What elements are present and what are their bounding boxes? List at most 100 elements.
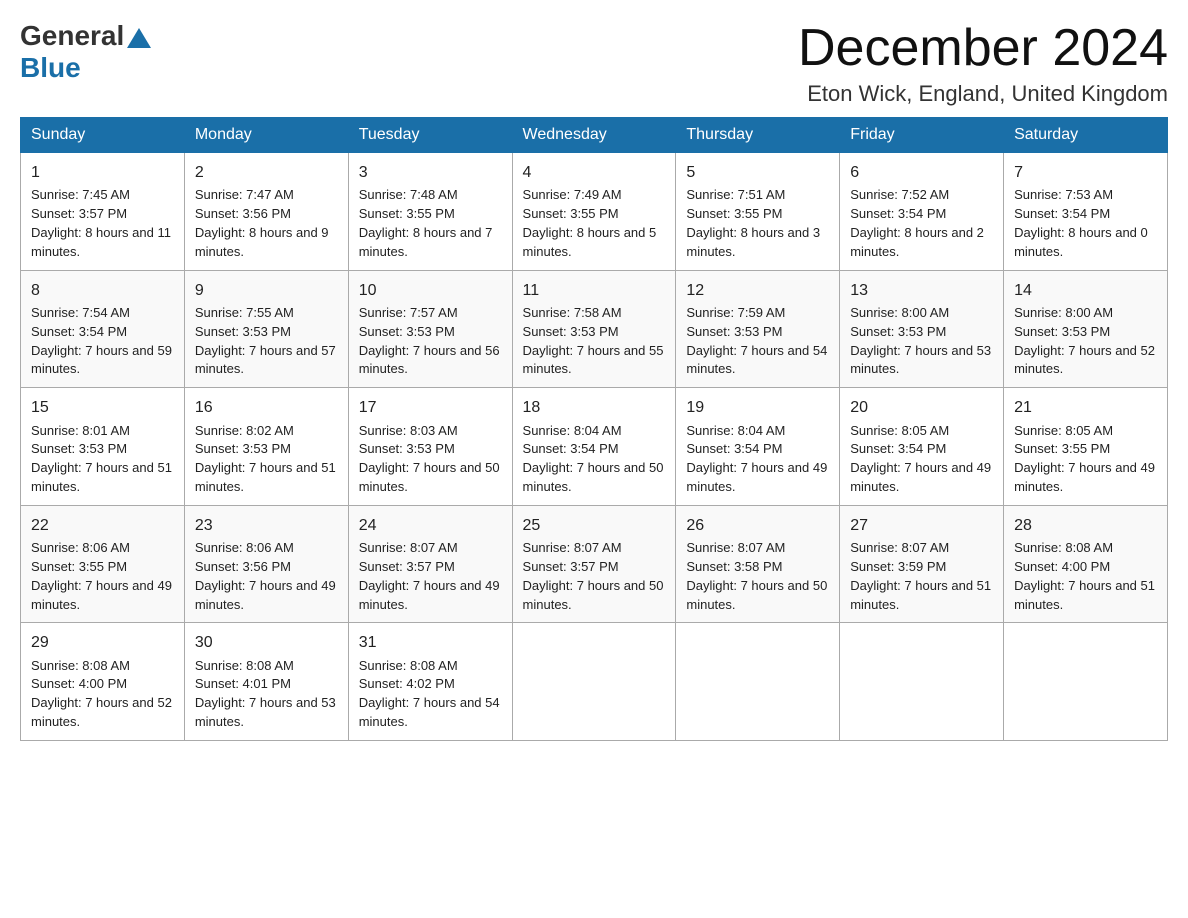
calendar-cell: 21 Sunrise: 8:05 AMSunset: 3:55 PMDayligh… — [1004, 388, 1168, 506]
day-info: Sunrise: 8:03 AMSunset: 3:53 PMDaylight:… — [359, 423, 500, 495]
day-number: 5 — [686, 161, 829, 184]
calendar-cell: 19Sunrise: 8:04 AMSunset: 3:54 PMDayligh… — [676, 388, 840, 506]
calendar-cell: 13 Sunrise: 8:00 AMSunset: 3:53 PMDayligh… — [840, 270, 1004, 388]
day-number: 9 — [195, 279, 338, 302]
logo: General Blue — [20, 20, 154, 84]
day-info: Sunrise: 8:07 AMSunset: 3:57 PMDaylight:… — [359, 540, 500, 612]
day-info: Sunrise: 8:05 AMSunset: 3:55 PMDaylight:… — [1014, 423, 1155, 495]
day-number: 30 — [195, 631, 338, 654]
day-info: Sunrise: 7:52 AMSunset: 3:54 PMDaylight:… — [850, 187, 984, 259]
calendar-cell: 15 Sunrise: 8:01 AMSunset: 3:53 PMDayligh… — [21, 388, 185, 506]
day-info: Sunrise: 8:05 AMSunset: 3:54 PMDaylight:… — [850, 423, 991, 495]
day-number: 23 — [195, 514, 338, 537]
day-number: 31 — [359, 631, 502, 654]
day-info: Sunrise: 7:47 AMSunset: 3:56 PMDaylight:… — [195, 187, 329, 259]
logo-triangle-icon — [127, 28, 151, 48]
day-number: 15 — [31, 396, 174, 419]
calendar-cell: 16 Sunrise: 8:02 AMSunset: 3:53 PMDayligh… — [184, 388, 348, 506]
calendar-cell: 12Sunrise: 7:59 AMSunset: 3:53 PMDayligh… — [676, 270, 840, 388]
day-info: Sunrise: 8:04 AMSunset: 3:54 PMDaylight:… — [523, 423, 664, 495]
calendar-cell — [1004, 623, 1168, 741]
title-section: December 2024 Eton Wick, England, United… — [798, 20, 1168, 107]
day-number: 22 — [31, 514, 174, 537]
day-number: 20 — [850, 396, 993, 419]
day-info: Sunrise: 7:49 AMSunset: 3:55 PMDaylight:… — [523, 187, 657, 259]
day-number: 16 — [195, 396, 338, 419]
calendar-week-5: 29 Sunrise: 8:08 AMSunset: 4:00 PMDayligh… — [21, 623, 1168, 741]
day-info: Sunrise: 8:08 AMSunset: 4:00 PMDaylight:… — [1014, 540, 1155, 612]
day-info: Sunrise: 7:53 AMSunset: 3:54 PMDaylight:… — [1014, 187, 1148, 259]
day-info: Sunrise: 8:06 AMSunset: 3:55 PMDaylight:… — [31, 540, 172, 612]
calendar-cell: 25Sunrise: 8:07 AMSunset: 3:57 PMDayligh… — [512, 505, 676, 623]
day-info: Sunrise: 8:07 AMSunset: 3:57 PMDaylight:… — [523, 540, 664, 612]
calendar-cell: 11 Sunrise: 7:58 AMSunset: 3:53 PMDayligh… — [512, 270, 676, 388]
calendar-cell: 28 Sunrise: 8:08 AMSunset: 4:00 PMDayligh… — [1004, 505, 1168, 623]
calendar-cell: 3 Sunrise: 7:48 AMSunset: 3:55 PMDaylight… — [348, 153, 512, 271]
day-number: 19 — [686, 396, 829, 419]
month-title: December 2024 — [798, 20, 1168, 77]
calendar-cell: 5 Sunrise: 7:51 AMSunset: 3:55 PMDaylight… — [676, 153, 840, 271]
day-info: Sunrise: 8:08 AMSunset: 4:01 PMDaylight:… — [195, 658, 336, 730]
calendar-cell: 29 Sunrise: 8:08 AMSunset: 4:00 PMDayligh… — [21, 623, 185, 741]
calendar-week-3: 15 Sunrise: 8:01 AMSunset: 3:53 PMDayligh… — [21, 388, 1168, 506]
calendar-cell: 8 Sunrise: 7:54 AMSunset: 3:54 PMDaylight… — [21, 270, 185, 388]
calendar-cell: 14 Sunrise: 8:00 AMSunset: 3:53 PMDayligh… — [1004, 270, 1168, 388]
day-number: 3 — [359, 161, 502, 184]
day-info: Sunrise: 8:06 AMSunset: 3:56 PMDaylight:… — [195, 540, 336, 612]
day-info: Sunrise: 8:00 AMSunset: 3:53 PMDaylight:… — [1014, 305, 1155, 377]
day-info: Sunrise: 7:57 AMSunset: 3:53 PMDaylight:… — [359, 305, 500, 377]
day-number: 2 — [195, 161, 338, 184]
day-info: Sunrise: 8:08 AMSunset: 4:00 PMDaylight:… — [31, 658, 172, 730]
calendar-week-2: 8 Sunrise: 7:54 AMSunset: 3:54 PMDaylight… — [21, 270, 1168, 388]
calendar-cell: 23 Sunrise: 8:06 AMSunset: 3:56 PMDayligh… — [184, 505, 348, 623]
day-number: 27 — [850, 514, 993, 537]
calendar-week-1: 1 Sunrise: 7:45 AMSunset: 3:57 PMDaylight… — [21, 153, 1168, 271]
day-info: Sunrise: 7:48 AMSunset: 3:55 PMDaylight:… — [359, 187, 493, 259]
col-saturday: Saturday — [1004, 118, 1168, 153]
day-info: Sunrise: 7:51 AMSunset: 3:55 PMDaylight:… — [686, 187, 820, 259]
day-info: Sunrise: 8:00 AMSunset: 3:53 PMDaylight:… — [850, 305, 991, 377]
day-info: Sunrise: 8:02 AMSunset: 3:53 PMDaylight:… — [195, 423, 336, 495]
header-row: Sunday Monday Tuesday Wednesday Thursday… — [21, 118, 1168, 153]
calendar-cell: 22 Sunrise: 8:06 AMSunset: 3:55 PMDayligh… — [21, 505, 185, 623]
calendar-cell: 6Sunrise: 7:52 AMSunset: 3:54 PMDaylight… — [840, 153, 1004, 271]
calendar-cell: 9 Sunrise: 7:55 AMSunset: 3:53 PMDaylight… — [184, 270, 348, 388]
day-info: Sunrise: 7:58 AMSunset: 3:53 PMDaylight:… — [523, 305, 664, 377]
day-number: 11 — [523, 279, 666, 302]
calendar-cell: 24 Sunrise: 8:07 AMSunset: 3:57 PMDayligh… — [348, 505, 512, 623]
day-info: Sunrise: 8:08 AMSunset: 4:02 PMDaylight:… — [359, 658, 500, 730]
day-number: 24 — [359, 514, 502, 537]
calendar-cell: 10 Sunrise: 7:57 AMSunset: 3:53 PMDayligh… — [348, 270, 512, 388]
location-text: Eton Wick, England, United Kingdom — [798, 81, 1168, 107]
col-thursday: Thursday — [676, 118, 840, 153]
day-number: 14 — [1014, 279, 1157, 302]
day-number: 28 — [1014, 514, 1157, 537]
day-number: 18 — [523, 396, 666, 419]
day-number: 10 — [359, 279, 502, 302]
calendar-cell: 1 Sunrise: 7:45 AMSunset: 3:57 PMDaylight… — [21, 153, 185, 271]
logo-general-text: General — [20, 20, 124, 52]
day-number: 13 — [850, 279, 993, 302]
calendar-table: Sunday Monday Tuesday Wednesday Thursday… — [20, 117, 1168, 741]
day-number: 8 — [31, 279, 174, 302]
calendar-cell — [512, 623, 676, 741]
day-info: Sunrise: 8:01 AMSunset: 3:53 PMDaylight:… — [31, 423, 172, 495]
calendar-cell: 7Sunrise: 7:53 AMSunset: 3:54 PMDaylight… — [1004, 153, 1168, 271]
day-number: 26 — [686, 514, 829, 537]
day-number: 12 — [686, 279, 829, 302]
day-info: Sunrise: 7:54 AMSunset: 3:54 PMDaylight:… — [31, 305, 172, 377]
day-info: Sunrise: 7:45 AMSunset: 3:57 PMDaylight:… — [31, 187, 171, 259]
calendar-cell: 17Sunrise: 8:03 AMSunset: 3:53 PMDayligh… — [348, 388, 512, 506]
col-wednesday: Wednesday — [512, 118, 676, 153]
day-number: 1 — [31, 161, 174, 184]
page-header: General Blue December 2024 Eton Wick, En… — [20, 20, 1168, 107]
day-info: Sunrise: 8:07 AMSunset: 3:58 PMDaylight:… — [686, 540, 827, 612]
day-info: Sunrise: 7:55 AMSunset: 3:53 PMDaylight:… — [195, 305, 336, 377]
day-number: 21 — [1014, 396, 1157, 419]
day-number: 29 — [31, 631, 174, 654]
calendar-cell: 27Sunrise: 8:07 AMSunset: 3:59 PMDayligh… — [840, 505, 1004, 623]
col-sunday: Sunday — [21, 118, 185, 153]
calendar-cell: 26 Sunrise: 8:07 AMSunset: 3:58 PMDayligh… — [676, 505, 840, 623]
calendar-week-4: 22 Sunrise: 8:06 AMSunset: 3:55 PMDayligh… — [21, 505, 1168, 623]
calendar-cell: 18 Sunrise: 8:04 AMSunset: 3:54 PMDayligh… — [512, 388, 676, 506]
